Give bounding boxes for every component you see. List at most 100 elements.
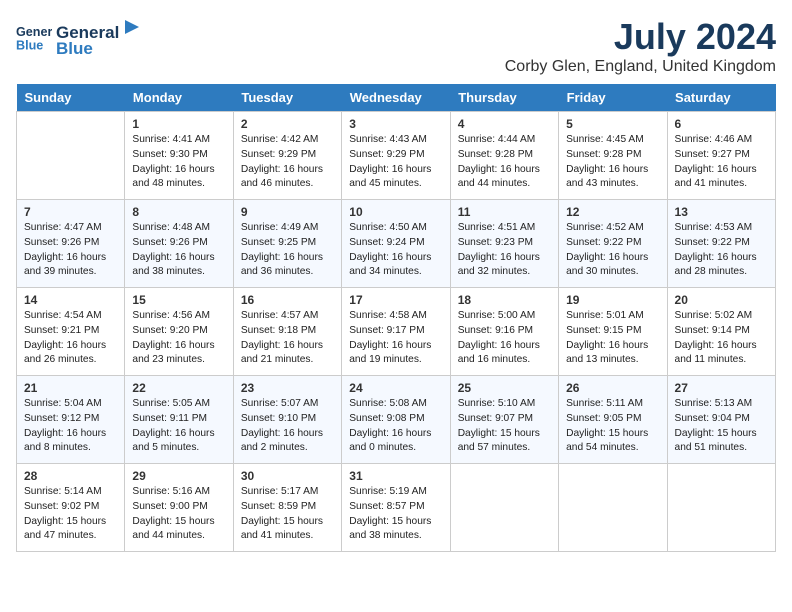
day-number: 2 (241, 117, 334, 131)
day-info: Sunrise: 5:11 AM Sunset: 9:05 PM Dayligh… (566, 397, 659, 456)
weekday-header-wednesday: Wednesday (342, 84, 450, 112)
day-number: 21 (24, 381, 117, 395)
calendar-cell: 29 Sunrise: 5:16 AM Sunset: 9:00 PM Dayli… (125, 464, 233, 552)
day-number: 10 (349, 205, 442, 219)
calendar-cell: 3Sunrise: 4:43 AM Sunset: 9:29 PM Daylig… (342, 112, 450, 200)
calendar-cell: 4 Sunrise: 4:44 AM Sunset: 9:28 PM Daylig… (450, 112, 558, 200)
month-title: July 2024 (505, 16, 776, 58)
calendar-cell: 30Sunrise: 5:17 AM Sunset: 8:59 PM Dayli… (233, 464, 341, 552)
title-area: July 2024 Corby Glen, England, United Ki… (505, 16, 776, 76)
day-info: Sunrise: 5:02 AM Sunset: 9:14 PM Dayligh… (675, 309, 768, 368)
day-number: 17 (349, 293, 442, 307)
logo-flag-icon (121, 16, 143, 38)
calendar-cell (667, 464, 775, 552)
calendar-cell: 19Sunrise: 5:01 AM Sunset: 9:15 PM Dayli… (559, 288, 667, 376)
day-number: 22 (132, 381, 225, 395)
day-number: 18 (458, 293, 551, 307)
day-number: 4 (458, 117, 551, 131)
calendar-cell (559, 464, 667, 552)
calendar-cell: 23 Sunrise: 5:07 AM Sunset: 9:10 PM Dayli… (233, 376, 341, 464)
calendar-cell (450, 464, 558, 552)
day-info: Sunrise: 4:49 AM Sunset: 9:25 PM Dayligh… (241, 221, 334, 280)
calendar-cell (17, 112, 125, 200)
weekday-header-friday: Friday (559, 84, 667, 112)
day-number: 15 (132, 293, 225, 307)
weekday-header-thursday: Thursday (450, 84, 558, 112)
day-info: Sunrise: 4:46 AM Sunset: 9:27 PM Dayligh… (675, 133, 768, 192)
calendar-cell: 28 Sunrise: 5:14 AM Sunset: 9:02 PM Dayli… (17, 464, 125, 552)
calendar-cell: 13Sunrise: 4:53 AM Sunset: 9:22 PM Dayli… (667, 200, 775, 288)
day-number: 16 (241, 293, 334, 307)
day-number: 25 (458, 381, 551, 395)
svg-text:General: General (16, 25, 52, 39)
day-info: Sunrise: 4:50 AM Sunset: 9:24 PM Dayligh… (349, 221, 442, 280)
weekday-header-sunday: Sunday (17, 84, 125, 112)
calendar-cell: 21Sunrise: 5:04 AM Sunset: 9:12 PM Dayli… (17, 376, 125, 464)
day-number: 7 (24, 205, 117, 219)
calendar-cell: 15 Sunrise: 4:56 AM Sunset: 9:20 PM Dayli… (125, 288, 233, 376)
calendar-cell: 27 Sunrise: 5:13 AM Sunset: 9:04 PM Dayli… (667, 376, 775, 464)
day-number: 23 (241, 381, 334, 395)
day-info: Sunrise: 5:13 AM Sunset: 9:04 PM Dayligh… (675, 397, 768, 456)
day-number: 19 (566, 293, 659, 307)
day-info: Sunrise: 5:19 AM Sunset: 8:57 PM Dayligh… (349, 485, 442, 544)
calendar-cell: 7Sunrise: 4:47 AM Sunset: 9:26 PM Daylig… (17, 200, 125, 288)
calendar-week-row: 28 Sunrise: 5:14 AM Sunset: 9:02 PM Dayli… (17, 464, 776, 552)
day-number: 28 (24, 469, 117, 483)
day-number: 6 (675, 117, 768, 131)
calendar-cell: 12Sunrise: 4:52 AM Sunset: 9:22 PM Dayli… (559, 200, 667, 288)
day-info: Sunrise: 4:45 AM Sunset: 9:28 PM Dayligh… (566, 133, 659, 192)
weekday-header-saturday: Saturday (667, 84, 775, 112)
day-number: 27 (675, 381, 768, 395)
day-number: 9 (241, 205, 334, 219)
calendar-cell: 31 Sunrise: 5:19 AM Sunset: 8:57 PM Dayli… (342, 464, 450, 552)
day-info: Sunrise: 4:56 AM Sunset: 9:20 PM Dayligh… (132, 309, 225, 368)
calendar-week-row: 7Sunrise: 4:47 AM Sunset: 9:26 PM Daylig… (17, 200, 776, 288)
day-number: 26 (566, 381, 659, 395)
calendar-body: 1Sunrise: 4:41 AM Sunset: 9:30 PM Daylig… (17, 112, 776, 552)
day-info: Sunrise: 4:58 AM Sunset: 9:17 PM Dayligh… (349, 309, 442, 368)
calendar-cell: 22 Sunrise: 5:05 AM Sunset: 9:11 PM Dayli… (125, 376, 233, 464)
calendar-cell: 10 Sunrise: 4:50 AM Sunset: 9:24 PM Dayli… (342, 200, 450, 288)
day-number: 31 (349, 469, 442, 483)
day-info: Sunrise: 4:54 AM Sunset: 9:21 PM Dayligh… (24, 309, 117, 368)
day-number: 29 (132, 469, 225, 483)
weekday-header-tuesday: Tuesday (233, 84, 341, 112)
day-info: Sunrise: 5:07 AM Sunset: 9:10 PM Dayligh… (241, 397, 334, 456)
day-info: Sunrise: 4:48 AM Sunset: 9:26 PM Dayligh… (132, 221, 225, 280)
calendar-cell: 26 Sunrise: 5:11 AM Sunset: 9:05 PM Dayli… (559, 376, 667, 464)
calendar-cell: 20Sunrise: 5:02 AM Sunset: 9:14 PM Dayli… (667, 288, 775, 376)
svg-text:Blue: Blue (16, 38, 43, 52)
day-info: Sunrise: 5:16 AM Sunset: 9:00 PM Dayligh… (132, 485, 225, 544)
day-info: Sunrise: 4:44 AM Sunset: 9:28 PM Dayligh… (458, 133, 551, 192)
day-info: Sunrise: 4:42 AM Sunset: 9:29 PM Dayligh… (241, 133, 334, 192)
calendar-cell: 1Sunrise: 4:41 AM Sunset: 9:30 PM Daylig… (125, 112, 233, 200)
calendar-week-row: 14 Sunrise: 4:54 AM Sunset: 9:21 PM Dayli… (17, 288, 776, 376)
day-info: Sunrise: 5:17 AM Sunset: 8:59 PM Dayligh… (241, 485, 334, 544)
day-info: Sunrise: 4:52 AM Sunset: 9:22 PM Dayligh… (566, 221, 659, 280)
calendar-cell: 11Sunrise: 4:51 AM Sunset: 9:23 PM Dayli… (450, 200, 558, 288)
calendar-cell: 25Sunrise: 5:10 AM Sunset: 9:07 PM Dayli… (450, 376, 558, 464)
day-number: 5 (566, 117, 659, 131)
calendar-week-row: 1Sunrise: 4:41 AM Sunset: 9:30 PM Daylig… (17, 112, 776, 200)
day-info: Sunrise: 5:00 AM Sunset: 9:16 PM Dayligh… (458, 309, 551, 368)
day-number: 1 (132, 117, 225, 131)
calendar-cell: 24 Sunrise: 5:08 AM Sunset: 9:08 PM Dayli… (342, 376, 450, 464)
day-info: Sunrise: 5:05 AM Sunset: 9:11 PM Dayligh… (132, 397, 225, 456)
calendar-cell: 2 Sunrise: 4:42 AM Sunset: 9:29 PM Daylig… (233, 112, 341, 200)
calendar-cell: 9 Sunrise: 4:49 AM Sunset: 9:25 PM Daylig… (233, 200, 341, 288)
day-info: Sunrise: 4:43 AM Sunset: 9:29 PM Dayligh… (349, 133, 442, 192)
day-number: 11 (458, 205, 551, 219)
calendar-cell: 6 Sunrise: 4:46 AM Sunset: 9:27 PM Daylig… (667, 112, 775, 200)
day-info: Sunrise: 5:08 AM Sunset: 9:08 PM Dayligh… (349, 397, 442, 456)
calendar-cell: 14 Sunrise: 4:54 AM Sunset: 9:21 PM Dayli… (17, 288, 125, 376)
day-number: 14 (24, 293, 117, 307)
header: General Blue General Blue July 2024 Corb… (16, 16, 776, 76)
day-info: Sunrise: 5:14 AM Sunset: 9:02 PM Dayligh… (24, 485, 117, 544)
calendar-table: SundayMondayTuesdayWednesdayThursdayFrid… (16, 84, 776, 552)
calendar-cell: 5 Sunrise: 4:45 AM Sunset: 9:28 PM Daylig… (559, 112, 667, 200)
calendar-week-row: 21Sunrise: 5:04 AM Sunset: 9:12 PM Dayli… (17, 376, 776, 464)
calendar-cell: 16Sunrise: 4:57 AM Sunset: 9:18 PM Dayli… (233, 288, 341, 376)
calendar-cell: 17 Sunrise: 4:58 AM Sunset: 9:17 PM Dayli… (342, 288, 450, 376)
day-number: 24 (349, 381, 442, 395)
